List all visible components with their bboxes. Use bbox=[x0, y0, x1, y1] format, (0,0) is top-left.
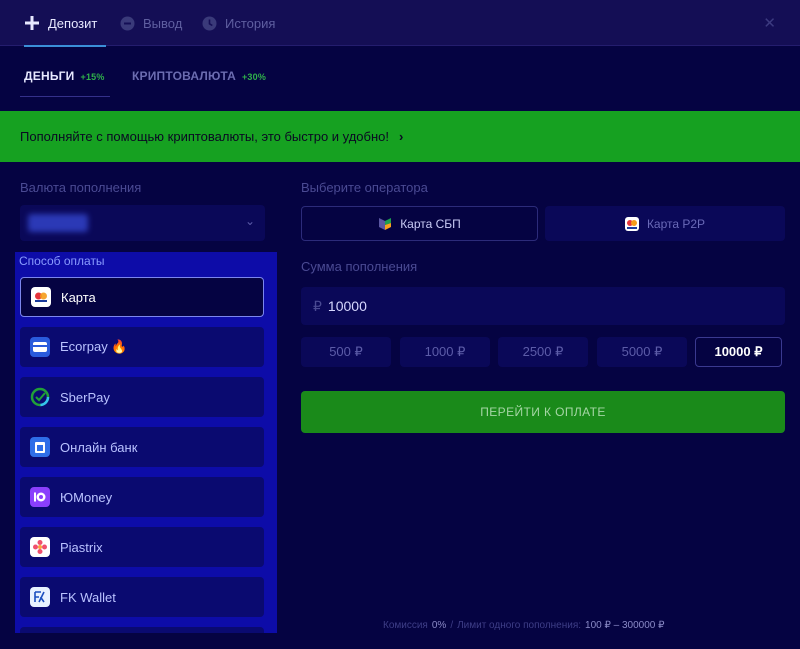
subtab-crypto-label: КРИПТОВАЛЮТА bbox=[132, 69, 236, 83]
tab-history-label: История bbox=[225, 15, 276, 31]
limit-value: 100 ₽ – 300000 ₽ bbox=[585, 620, 665, 631]
operator-p2p[interactable]: Карта P2P bbox=[545, 206, 785, 241]
close-icon[interactable]: ✕ bbox=[763, 14, 776, 32]
crypto-promo-banner[interactable]: Пополняйте с помощью криптовалюты, это б… bbox=[0, 111, 800, 162]
method-sberpay-label: SberPay bbox=[60, 389, 110, 405]
preset-2500[interactable]: 2500 ₽ bbox=[498, 337, 588, 367]
subtab-money-bonus: +15% bbox=[80, 72, 105, 82]
currency-select[interactable]: ⌄ bbox=[20, 205, 265, 241]
ecorpay-icon bbox=[30, 337, 50, 357]
go-to-payment-button[interactable]: ПЕРЕЙТИ К ОПЛАТЕ bbox=[301, 391, 785, 433]
amount-label: Сумма пополнения bbox=[301, 259, 418, 274]
payment-methods-panel: Способ оплаты Карта Ecorpay 🔥 SberPay Он… bbox=[15, 252, 277, 633]
subtab-money-label: ДЕНЬГИ bbox=[24, 69, 75, 83]
method-fk-wallet[interactable]: FK Wallet bbox=[20, 577, 264, 617]
method-online-bank[interactable]: Онлайн банк bbox=[20, 427, 264, 467]
commission-value: 0% bbox=[431, 620, 447, 631]
sberpay-icon bbox=[30, 387, 50, 407]
subtab-crypto-bonus: +30% bbox=[241, 72, 267, 82]
limit-label: Лимит одного пополнения: bbox=[457, 620, 582, 631]
fk-wallet-icon bbox=[30, 587, 50, 607]
chevron-right-icon: › bbox=[399, 129, 404, 144]
method-ecorpay[interactable]: Ecorpay 🔥 bbox=[20, 327, 264, 367]
visa-card-icon bbox=[31, 287, 51, 307]
method-fk-wallet-label: FK Wallet bbox=[60, 589, 116, 605]
tab-withdraw-label: Вывод bbox=[143, 15, 183, 31]
operator-label: Выберите оператора bbox=[301, 180, 428, 195]
preset-10000[interactable]: 10000 ₽ bbox=[695, 337, 782, 367]
preset-5000[interactable]: 5000 ₽ bbox=[597, 337, 687, 367]
operator-sbp[interactable]: Карта СБП bbox=[301, 206, 538, 241]
tab-deposit[interactable]: Депозит bbox=[24, 0, 106, 47]
top-tab-bar: Депозит Вывод История ✕ bbox=[0, 0, 800, 47]
currency-label: Валюта пополнения bbox=[20, 180, 142, 195]
subtab-underline bbox=[20, 96, 110, 97]
method-sberpay[interactable]: SberPay bbox=[20, 377, 264, 417]
footer-separator: / bbox=[450, 620, 454, 631]
subtab-money[interactable]: ДЕНЬГИ +15% bbox=[24, 69, 105, 83]
tab-history[interactable]: История bbox=[201, 0, 275, 46]
method-card-label: Карта bbox=[61, 289, 96, 305]
method-card[interactable]: Карта bbox=[20, 277, 264, 317]
plus-icon bbox=[24, 15, 40, 31]
method-yumoney-label: ЮMoney bbox=[60, 489, 113, 505]
amount-value: 10000 bbox=[327, 298, 367, 314]
commission-label: Комиссия bbox=[383, 620, 428, 631]
method-piastrix-label: Piastrix bbox=[60, 539, 103, 555]
operator-p2p-label: Карта P2P bbox=[646, 216, 706, 231]
method-ecorpay-label: Ecorpay 🔥 bbox=[60, 339, 128, 354]
yumoney-icon bbox=[30, 487, 50, 507]
method-yumoney[interactable]: ЮMoney bbox=[20, 477, 264, 517]
p2p-card-icon bbox=[624, 216, 639, 231]
method-piastrix[interactable]: Piastrix bbox=[20, 527, 264, 567]
subtab-crypto[interactable]: КРИПТОВАЛЮТА +30% bbox=[132, 69, 266, 83]
tab-deposit-label: Депозит bbox=[48, 15, 98, 31]
amount-input[interactable]: ₽ 10000 bbox=[301, 287, 785, 325]
ruble-icon: ₽ bbox=[313, 297, 322, 314]
sbp-icon bbox=[378, 217, 392, 231]
preset-500[interactable]: 500 ₽ bbox=[301, 337, 391, 367]
deposit-footer: Комиссия 0% / Лимит одного пополнения: 1… bbox=[383, 620, 665, 631]
clock-icon bbox=[201, 15, 217, 31]
banner-text: Пополняйте с помощью криптовалюты, это б… bbox=[20, 129, 390, 144]
preset-1000[interactable]: 1000 ₽ bbox=[400, 337, 490, 367]
online-bank-icon bbox=[30, 437, 50, 457]
method-online-bank-label: Онлайн банк bbox=[60, 439, 138, 455]
method-next-partial[interactable] bbox=[20, 627, 264, 633]
currency-value-blurred bbox=[28, 214, 88, 232]
minus-circle-icon bbox=[119, 15, 135, 31]
operator-sbp-label: Карта СБП bbox=[400, 216, 461, 231]
tab-withdraw[interactable]: Вывод bbox=[119, 0, 182, 46]
payment-methods-title: Способ оплаты bbox=[19, 254, 105, 268]
chevron-down-icon: ⌄ bbox=[244, 214, 255, 228]
piastrix-icon bbox=[30, 537, 50, 557]
